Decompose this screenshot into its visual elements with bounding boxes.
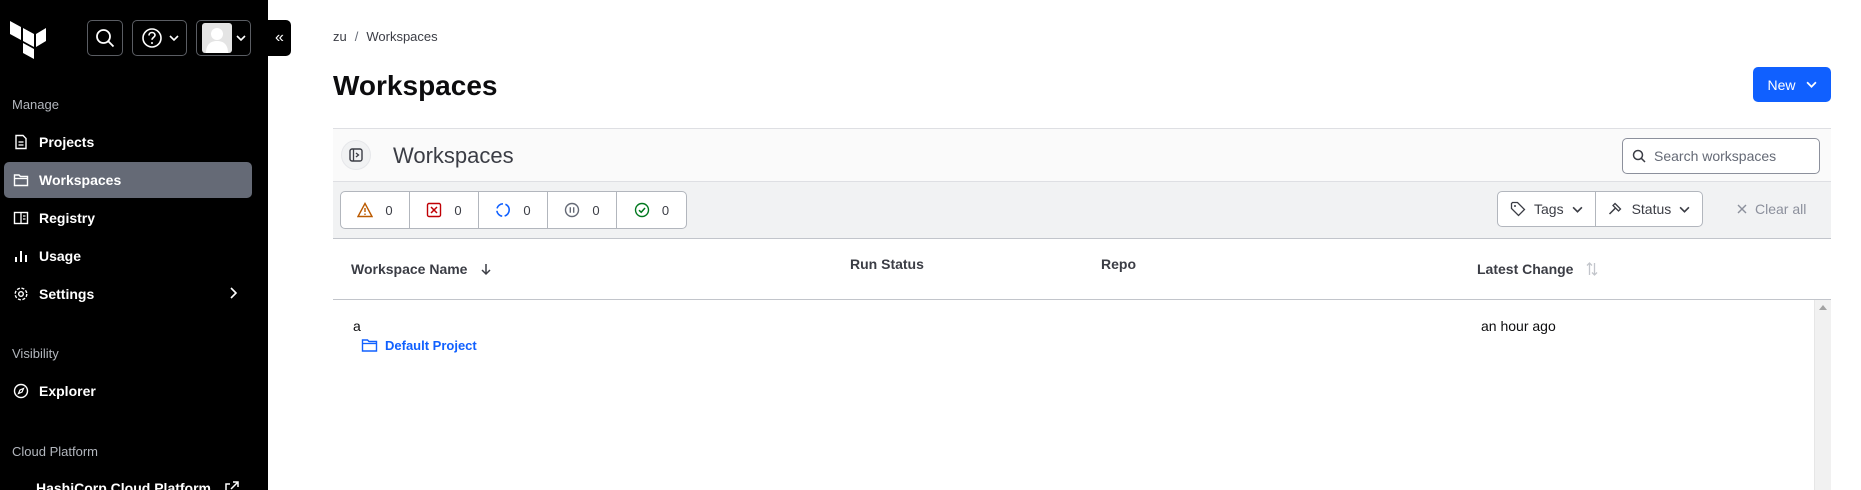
user-silhouette-icon (205, 28, 228, 53)
breadcrumb-current: Workspaces (366, 29, 438, 44)
chevron-down-icon (1679, 206, 1690, 213)
tag-icon (1510, 201, 1526, 217)
sidebar-item-workspaces[interactable]: Workspaces (4, 162, 252, 198)
chevron-down-icon (1805, 81, 1817, 88)
status-filter-count: 0 (592, 202, 600, 218)
search-icon (96, 29, 115, 48)
status-filter-group: 0 0 0 0 0 (340, 191, 687, 229)
section-label-visibility: Visibility (12, 346, 59, 361)
breadcrumb-org[interactable]: zu (333, 29, 347, 44)
help-icon (141, 28, 162, 48)
chevron-down-icon (1572, 206, 1583, 213)
table-header: Workspace Name Run Status Repo Latest Ch… (333, 240, 1831, 300)
error-icon (427, 202, 442, 218)
latest-change-value: an hour ago (1481, 318, 1556, 334)
breadcrumb-separator: / (354, 29, 359, 44)
toggle-sidebar-panel-button[interactable] (341, 140, 371, 170)
column-header-label: Latest Change (1477, 261, 1574, 277)
sidebar-item-settings[interactable]: Settings (4, 276, 252, 312)
sidebar-item-label: Usage (39, 248, 82, 264)
sidebar-item-projects[interactable]: Projects (4, 124, 252, 160)
status-filter-applied[interactable]: 0 (617, 192, 686, 228)
status-filter-count: 0 (523, 202, 531, 218)
column-header-label: Repo (1101, 256, 1136, 272)
scroll-up-arrow-icon[interactable] (1819, 305, 1827, 310)
column-header-run-status: Run Status (850, 256, 924, 272)
sidebar-item-label: Projects (39, 134, 95, 150)
sidebar-item-label: Settings (39, 286, 95, 302)
sidebar-item-registry[interactable]: Registry (4, 200, 252, 236)
folder-icon (12, 171, 30, 189)
workspaces-panel-header: Workspaces (333, 128, 1831, 182)
table-scrollbar[interactable] (1814, 300, 1831, 490)
help-button[interactable] (132, 20, 187, 56)
compass-icon (12, 382, 30, 400)
sort-descending-icon (481, 264, 491, 276)
search-button[interactable] (87, 20, 123, 56)
new-button[interactable]: New (1753, 67, 1831, 102)
new-button-label: New (1767, 76, 1796, 93)
search-workspaces-field[interactable] (1622, 138, 1820, 174)
tags-filter-label: Tags (1534, 201, 1564, 217)
tags-filter-button[interactable]: Tags (1498, 192, 1596, 226)
status-filter-button[interactable]: Status (1596, 192, 1703, 226)
project-link[interactable]: Default Project (361, 338, 477, 353)
column-header-repo: Repo (1101, 256, 1136, 272)
search-workspaces-input[interactable] (1654, 148, 1814, 164)
running-icon (496, 203, 511, 217)
sidebar-expand-icon (349, 148, 363, 162)
status-filter-count: 0 (385, 202, 393, 218)
search-icon (1632, 149, 1646, 163)
file-icon (12, 133, 30, 151)
breadcrumb: zu / Workspaces (333, 29, 438, 44)
panel-title: Workspaces (393, 143, 514, 168)
status-filter-running[interactable]: 0 (479, 192, 548, 228)
book-icon (12, 209, 30, 227)
warning-icon (357, 202, 374, 218)
external-link-icon (225, 481, 239, 490)
close-icon (1737, 204, 1747, 214)
dropdown-filter-group: Tags Status (1497, 191, 1704, 227)
user-menu-button[interactable] (196, 20, 251, 56)
status-filter-label: Status (1631, 201, 1672, 217)
collapse-sidebar-button[interactable]: « (268, 20, 291, 56)
column-header-label: Run Status (850, 256, 924, 272)
sidebar-item-label: Registry (39, 210, 96, 226)
clear-all-label: Clear all (1755, 201, 1807, 217)
section-label-cloud-platform: Cloud Platform (12, 444, 98, 459)
sidebar-item-explorer[interactable]: Explorer (4, 373, 252, 409)
project-name: Default Project (385, 338, 477, 353)
column-header-latest-change[interactable]: Latest Change (1477, 261, 1599, 277)
chevron-down-icon (168, 35, 179, 42)
status-filter-errored[interactable]: 0 (410, 192, 479, 228)
sidebar-item-label: HashiCorp Cloud Platform (36, 480, 212, 490)
bar-chart-icon (12, 247, 30, 265)
sort-icon (1587, 262, 1598, 276)
sidebar-item-label: Explorer (39, 383, 96, 399)
sidebar: Manage Projects Workspaces Registry Usag… (0, 0, 268, 490)
column-header-label: Workspace Name (351, 261, 468, 277)
check-icon (634, 202, 650, 218)
chevron-down-icon (235, 35, 246, 42)
page-title: Workspaces (333, 70, 498, 101)
filter-bar: 0 0 0 0 0 Tags Status Clear all (333, 182, 1831, 239)
paused-icon (565, 202, 580, 218)
folder-icon (361, 339, 378, 352)
gear-icon (12, 285, 30, 303)
avatar (201, 23, 232, 53)
clear-all-button[interactable]: Clear all (1736, 201, 1806, 217)
sidebar-item-hcp[interactable]: HashiCorp Cloud Platform (4, 470, 252, 490)
terraform-logo-icon[interactable] (10, 21, 46, 59)
status-filter-count: 0 (454, 202, 462, 218)
hammer-icon (1608, 202, 1621, 215)
sidebar-item-usage[interactable]: Usage (4, 238, 252, 274)
status-filter-paused[interactable]: 0 (548, 192, 617, 228)
column-header-workspace-name[interactable]: Workspace Name (351, 261, 493, 277)
status-filter-count: 0 (661, 202, 670, 218)
sidebar-item-label: Workspaces (39, 172, 122, 188)
workspace-name-link[interactable]: a (353, 318, 361, 334)
status-filter-warning[interactable]: 0 (341, 192, 410, 228)
chevron-right-icon (230, 287, 238, 299)
section-label-manage: Manage (12, 97, 59, 112)
